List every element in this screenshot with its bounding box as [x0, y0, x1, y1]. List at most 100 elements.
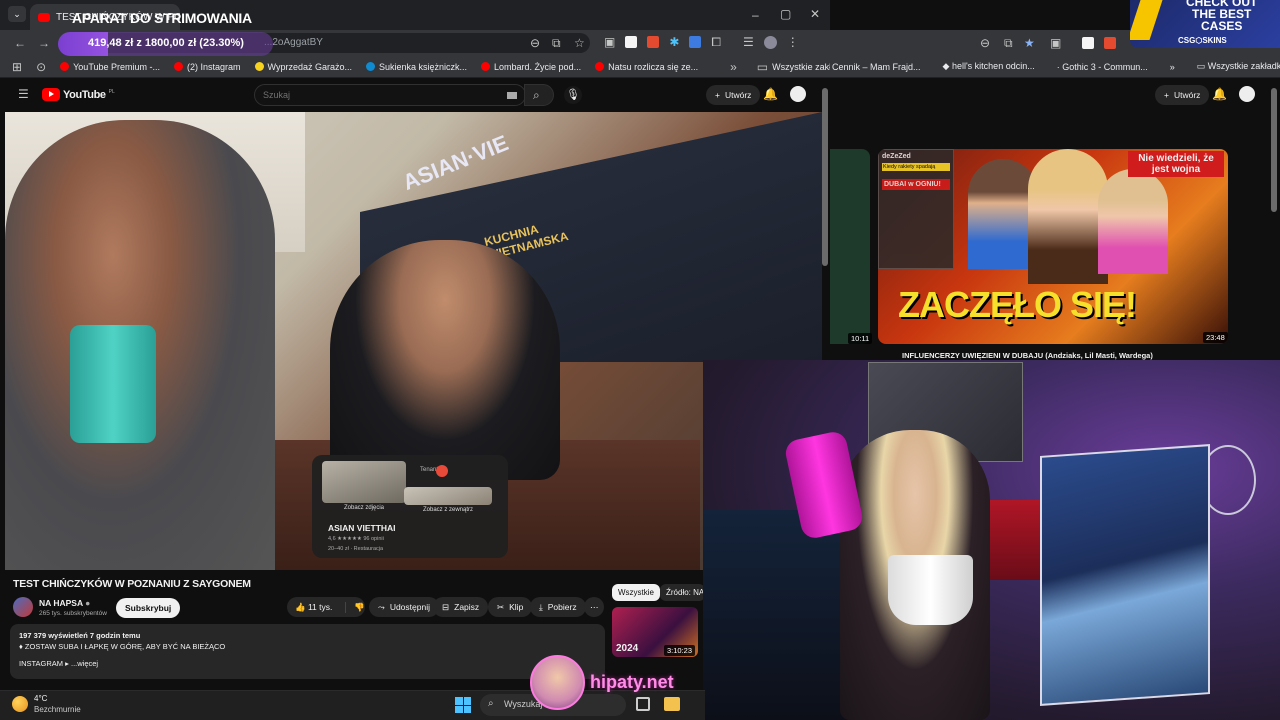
related-video-thumbnail[interactable]: 2024 3:10:23: [612, 607, 698, 657]
chip-source[interactable]: Źródło: NA H: [660, 584, 705, 601]
subscriber-count: 265 tys. subskrybentów: [39, 610, 107, 617]
youtube-play-icon: [42, 88, 60, 101]
duration-badge: 23:48: [1203, 332, 1228, 343]
mic-icon[interactable]: 🎙: [564, 86, 582, 104]
like-button[interactable]: 👍 11 tys.: [287, 602, 332, 613]
hipaty-avatar: [530, 655, 585, 710]
bookmark-item[interactable]: Natsu rozlicza się ze...: [595, 62, 698, 72]
hipaty-watermark: hipaty.net: [590, 672, 674, 692]
like-dislike-group: 👍 11 tys. 👎: [287, 597, 365, 617]
create-button[interactable]: + Utwórz: [706, 85, 761, 105]
place-name: ASIAN VIETTHAI: [328, 523, 396, 533]
bookmarks-overflow-icon[interactable]: »: [730, 61, 737, 73]
extensions-bar: ▣ ✱ ⧠ ☰ ⋮: [604, 36, 799, 49]
bookmarks-overflow-icon[interactable]: »: [1170, 62, 1175, 72]
bookmark-item[interactable]: Wyprzedaż Garażo...: [254, 62, 352, 72]
thumb-tweet-card: deZeZed Kiedy rakiety spadają DUBAI w OG…: [878, 149, 954, 269]
extension-icon[interactable]: ▣: [1050, 37, 1061, 49]
clip-button[interactable]: ✂ Klip: [488, 597, 533, 617]
bookmarks-bar: ⊞ ⊙ YouTube Premium -... (2) Instagram W…: [0, 56, 830, 78]
subscribe-button[interactable]: Subskrybuj: [116, 598, 181, 618]
puzzle-icon[interactable]: ⧠: [711, 36, 721, 49]
forward-icon[interactable]: →: [38, 37, 50, 49]
close-icon[interactable]: ✕: [810, 8, 820, 20]
star-icon[interactable]: ☆: [574, 37, 585, 49]
more-actions-icon[interactable]: ⋯: [584, 597, 604, 617]
right-scrollbar[interactable]: [1271, 88, 1277, 212]
clip-icon: ✂: [497, 601, 505, 612]
file-explorer-icon[interactable]: [664, 697, 680, 711]
kebab-menu-icon[interactable]: ⋮: [787, 36, 799, 49]
bell-icon[interactable]: 🔔: [763, 88, 778, 100]
extension-icon[interactable]: [625, 36, 638, 48]
install-icon[interactable]: ⧉: [1004, 37, 1013, 49]
zoom-icon[interactable]: ⊖: [530, 37, 540, 49]
description-line: ♦ ZOSTAW SUBA I ŁAPKĘ W GÓRĘ, ABY BYĆ NA…: [19, 642, 226, 651]
bookmark-item[interactable]: ◆ hell's kitchen odcin...: [943, 61, 1035, 72]
bookmark-item[interactable]: (2) Instagram: [174, 62, 241, 72]
bookmark-item[interactable]: Cennik – Mam Frajd...: [832, 62, 921, 72]
channel-avatar[interactable]: [13, 597, 33, 617]
reading-list-icon[interactable]: ☰: [743, 36, 754, 49]
extension-icon[interactable]: ✱: [669, 36, 679, 49]
extension-icon[interactable]: [689, 36, 702, 48]
video-description[interactable]: 197 379 wyświetleń 7 godzin temu ♦ ZOSTA…: [10, 624, 605, 679]
dislike-button[interactable]: 👎: [345, 601, 365, 613]
search-button[interactable]: ⌕: [524, 84, 554, 106]
extension-icon[interactable]: [647, 36, 660, 48]
bookmark-item[interactable]: · Gothic 3 - Commun...: [1057, 62, 1148, 72]
video-thumbnail-left[interactable]: [830, 149, 870, 344]
back-icon[interactable]: ←: [14, 37, 26, 49]
sponsor-text: CHECK OUT THE BEST CASES: [1186, 0, 1258, 33]
account-avatar[interactable]: [790, 86, 806, 102]
cam-mug: [888, 555, 973, 625]
apps-grid-icon[interactable]: ⊞: [12, 61, 22, 73]
account-avatar[interactable]: [1239, 86, 1255, 102]
hamburger-menu-icon[interactable]: ☰: [18, 88, 29, 100]
zoom-icon[interactable]: ⊖: [980, 37, 990, 49]
bookmark-item[interactable]: YouTube Premium -...: [60, 62, 160, 72]
plus-icon: +: [715, 90, 720, 100]
weather-icon[interactable]: [12, 696, 28, 712]
bookmark-item[interactable]: Lombard. Życie pod...: [481, 62, 581, 72]
install-icon[interactable]: ⧉: [552, 37, 561, 49]
bell-icon[interactable]: 🔔: [1212, 88, 1227, 100]
youtube-search-input[interactable]: Szukaj: [254, 84, 526, 106]
weather-desc[interactable]: Bezchmurnie: [34, 705, 81, 714]
chip-all[interactable]: Wszystkie: [612, 584, 660, 601]
extension-icon[interactable]: [1082, 37, 1094, 49]
minimize-icon[interactable]: –: [752, 9, 759, 21]
description-more[interactable]: INSTAGRAM ▸ ...więcej: [19, 658, 596, 669]
thumb-person: [1098, 169, 1168, 274]
place-meta: 20–40 zł · Restauracja: [328, 546, 384, 552]
video-can: [70, 325, 156, 443]
channel-name[interactable]: NA HAPSA ●: [39, 598, 90, 608]
share-icon: ⤳: [378, 601, 385, 612]
create-button-right[interactable]: + Utwórz: [1155, 85, 1210, 105]
all-bookmarks[interactable]: ▭ Wszystkie zakładki: [1197, 61, 1280, 72]
maximize-icon[interactable]: ▢: [780, 8, 791, 20]
thumb-person: [1028, 149, 1108, 284]
extension-icon[interactable]: ▣: [604, 36, 615, 49]
page-scrollbar[interactable]: [822, 88, 828, 266]
bookmark-item[interactable]: Sukienka księżniczk...: [365, 62, 467, 72]
map-card[interactable]: Zobacz zdjęcia Zobacz z zewnątrz Tenant …: [312, 455, 508, 558]
share-button[interactable]: ⤳ Udostępnij: [369, 597, 439, 617]
task-view-icon[interactable]: [636, 697, 650, 711]
video-title: TEST CHIŃCZYKÓW W POZNANIU Z SAYGONEM: [13, 578, 251, 590]
video-thumbnail[interactable]: deZeZed Kiedy rakiety spadają DUBAI w OG…: [878, 149, 1228, 344]
youtube-logo[interactable]: YouTube PL: [42, 88, 115, 101]
star-filled-icon[interactable]: ★: [1024, 37, 1035, 49]
tab-search-chevron-icon[interactable]: ⌄: [8, 6, 26, 22]
download-button[interactable]: ⤓ Pobierz: [530, 597, 586, 617]
extension-icon[interactable]: [1104, 37, 1116, 49]
bookmark-icon[interactable]: ⊙: [36, 61, 46, 73]
save-button[interactable]: ⊟ Zapisz: [433, 597, 489, 617]
profile-avatar-icon[interactable]: [763, 36, 777, 49]
weather-temp[interactable]: 4°C: [34, 694, 47, 703]
video-title-right[interactable]: INFLUENCERZY UWIĘZIENI W DUBAJU (Andziak…: [902, 351, 1153, 360]
sponsor-graphic: [1130, 0, 1163, 40]
search-icon: ⌕: [533, 88, 540, 102]
windows-start-icon[interactable]: [455, 697, 471, 713]
all-bookmarks[interactable]: ▭Wszystkie zakładki: [757, 61, 830, 73]
